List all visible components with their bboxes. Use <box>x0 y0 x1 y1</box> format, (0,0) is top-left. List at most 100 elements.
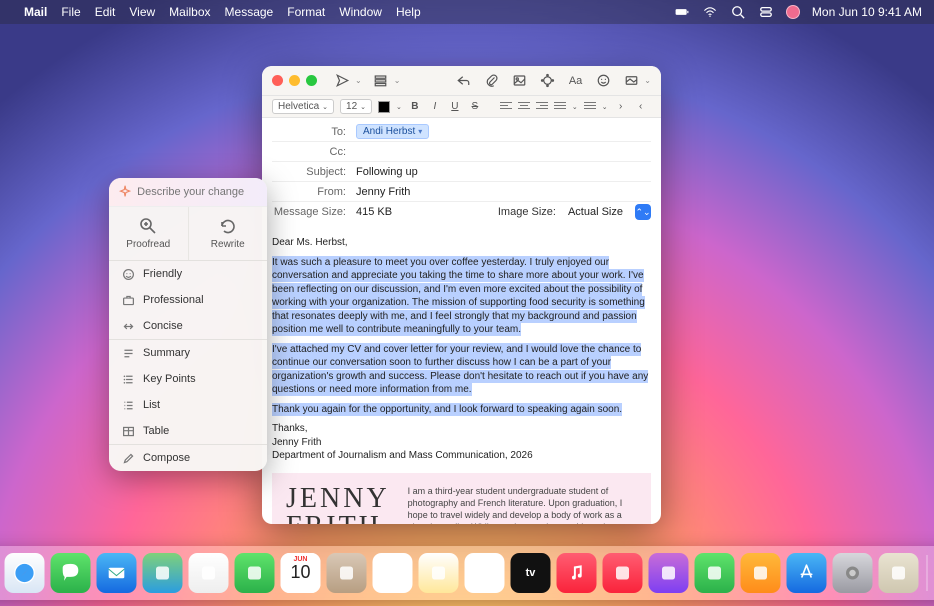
menu-window[interactable]: Window <box>339 5 382 19</box>
font-size-select[interactable]: 12⌄ <box>340 99 372 114</box>
to-field[interactable]: Andi Herbst <box>356 124 651 139</box>
action-compose[interactable]: Compose <box>109 445 267 471</box>
bullets-icon <box>121 398 135 412</box>
describe-change-input[interactable] <box>137 186 257 198</box>
dock-passwords[interactable] <box>879 553 919 593</box>
from-field[interactable]: Jenny Frith <box>356 186 651 198</box>
resume-lastname: FRITH <box>286 513 390 525</box>
menu-clock[interactable]: Mon Jun 10 9:41 AM <box>812 5 922 19</box>
dock-news[interactable] <box>603 553 643 593</box>
indent-left-button[interactable]: ‹ <box>634 101 648 112</box>
attach-icon[interactable] <box>483 72 501 90</box>
menu-file[interactable]: File <box>61 5 80 19</box>
dock-photos[interactable] <box>189 553 229 593</box>
window-titlebar[interactable]: ⌄ ⌄ Aa ⌄ <box>262 66 661 96</box>
dock-podcasts[interactable] <box>649 553 689 593</box>
text-color-swatch[interactable] <box>378 101 390 113</box>
writing-tools-popover: Proofread Rewrite Friendly Professional … <box>109 178 267 471</box>
indent-right-button[interactable]: › <box>614 101 628 112</box>
app-name[interactable]: Mail <box>24 5 47 19</box>
dock-maps[interactable] <box>143 553 183 593</box>
dock-music[interactable] <box>557 553 597 593</box>
list-caret[interactable]: ⌄ <box>602 103 608 111</box>
underline-button[interactable]: U <box>448 101 462 112</box>
format-icon[interactable] <box>539 72 557 90</box>
header-fields-icon[interactable] <box>372 72 390 90</box>
user-avatar-icon[interactable] <box>786 5 800 19</box>
lines-icon <box>121 346 135 360</box>
dock-pages[interactable] <box>741 553 781 593</box>
action-summary[interactable]: Summary <box>109 340 267 366</box>
menu-mailbox[interactable]: Mailbox <box>169 5 210 19</box>
italic-button[interactable]: I <box>428 101 442 112</box>
bold-button[interactable]: B <box>408 101 422 112</box>
dock-calendar[interactable]: JUN10 <box>281 553 321 593</box>
from-label: From: <box>272 186 356 198</box>
minimize-button[interactable] <box>289 75 300 86</box>
dock-mail[interactable] <box>97 553 137 593</box>
control-center-icon[interactable] <box>758 4 774 20</box>
rewrite-button[interactable]: Rewrite <box>188 207 268 260</box>
message-body[interactable]: Dear Ms. Herbst, It was such a pleasure … <box>262 228 661 524</box>
tone-label: Concise <box>143 320 183 332</box>
zoom-button[interactable] <box>306 75 317 86</box>
image-size-select[interactable]: ⌃⌄ <box>635 204 651 220</box>
dock-notes[interactable] <box>419 553 459 593</box>
dock-reminders[interactable] <box>373 553 413 593</box>
photo-browser-icon[interactable] <box>622 72 640 90</box>
mail-compose-window: ⌄ ⌄ Aa ⌄ Helvetica⌄ 12⌄ ⌄ B I U S ⌄ ⌄ › <box>262 66 661 524</box>
align-center-button[interactable] <box>518 102 530 112</box>
tone-concise[interactable]: Concise <box>109 313 267 339</box>
action-keypoints[interactable]: Key Points <box>109 366 267 392</box>
magnify-text-icon <box>139 217 157 235</box>
header-fields-caret[interactable]: ⌄ <box>394 76 401 85</box>
tone-professional[interactable]: Professional <box>109 287 267 313</box>
dock-settings[interactable] <box>833 553 873 593</box>
battery-icon[interactable] <box>674 4 690 20</box>
send-icon[interactable] <box>333 72 351 90</box>
sparkle-icon <box>119 185 131 199</box>
menu-format[interactable]: Format <box>287 5 325 19</box>
close-button[interactable] <box>272 75 283 86</box>
action-table[interactable]: Table <box>109 418 267 444</box>
align-left-button[interactable] <box>500 102 512 112</box>
dock-contacts[interactable] <box>327 553 367 593</box>
list-button[interactable] <box>584 102 596 112</box>
proofread-label: Proofread <box>126 239 170 250</box>
resume-attachment[interactable]: JENNY FRITH I am a third-year student un… <box>272 473 651 525</box>
dock-numbers[interactable] <box>695 553 735 593</box>
dock-safari[interactable] <box>5 553 45 593</box>
menu-edit[interactable]: Edit <box>95 5 116 19</box>
tone-friendly[interactable]: Friendly <box>109 261 267 287</box>
proofread-button[interactable]: Proofread <box>109 207 188 260</box>
format-bar: Helvetica⌄ 12⌄ ⌄ B I U S ⌄ ⌄ › ‹ <box>262 96 661 118</box>
message-size-label: Message Size: <box>272 206 356 218</box>
dock-messages[interactable] <box>51 553 91 593</box>
dock-tv[interactable]: tv <box>511 553 551 593</box>
emoji-icon[interactable] <box>594 72 612 90</box>
recipient-pill[interactable]: Andi Herbst <box>356 124 429 139</box>
strike-button[interactable]: S <box>468 101 482 112</box>
align-caret[interactable]: ⌄ <box>572 103 578 111</box>
reply-icon[interactable] <box>455 72 473 90</box>
subject-field[interactable]: Following up <box>356 166 651 178</box>
align-justify-button[interactable] <box>554 102 566 112</box>
photo-browser-caret[interactable]: ⌄ <box>644 76 651 85</box>
font-family-select[interactable]: Helvetica⌄ <box>272 99 334 114</box>
body-p1: It was such a pleasure to meet you over … <box>272 256 645 337</box>
spotlight-icon[interactable] <box>730 4 746 20</box>
align-right-button[interactable] <box>536 102 548 112</box>
text-color-caret[interactable]: ⌄ <box>396 103 402 111</box>
send-options-caret[interactable]: ⌄ <box>355 76 362 85</box>
insert-image-icon[interactable] <box>511 72 529 90</box>
text-style-icon[interactable]: Aa <box>567 72 584 90</box>
dock-appstore[interactable] <box>787 553 827 593</box>
dock-facetime[interactable] <box>235 553 275 593</box>
menu-view[interactable]: View <box>129 5 155 19</box>
action-list[interactable]: List <box>109 392 267 418</box>
menu-message[interactable]: Message <box>225 5 274 19</box>
wifi-icon[interactable] <box>702 4 718 20</box>
menu-help[interactable]: Help <box>396 5 421 19</box>
body-p3: Thank you again for the opportunity, and… <box>272 403 622 416</box>
dock-freeform[interactable] <box>465 553 505 593</box>
